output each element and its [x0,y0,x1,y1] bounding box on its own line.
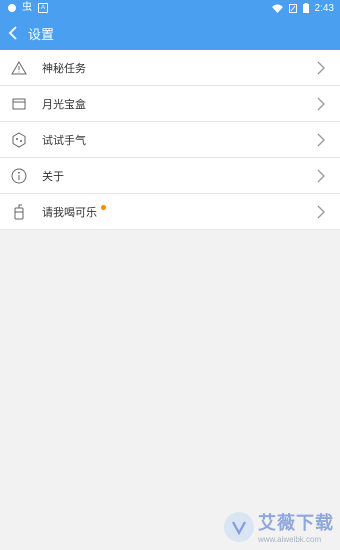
new-badge-dot [101,205,106,210]
cup-icon [11,204,27,220]
chevron-right-icon [317,133,325,147]
chevron-right-icon [317,169,325,183]
settings-item-mystery-task[interactable]: 神秘任务 [0,50,340,86]
status-bar-left: 虫 A [8,3,48,13]
a-badge-icon: A [38,3,48,13]
settings-list: 神秘任务 月光宝盒 试试手气 关于 请我喝可乐 [0,50,340,230]
chevron-right-icon [317,205,325,219]
info-icon [11,168,27,184]
page-title: 设置 [28,26,55,42]
dice-icon [11,131,27,148]
bug-icon: 虫 [22,2,32,13]
back-button[interactable] [8,25,24,41]
watermark-text: 艾薇下载 www.aiweibk.com [258,509,334,544]
settings-item-label: 月光宝盒 [42,98,86,111]
chevron-left-icon [8,26,17,40]
watermark-url: www.aiweibk.com [258,535,322,544]
chevron-right-icon [317,61,325,75]
app-bar: 设置 [0,16,340,50]
settings-item-label: 关于 [42,170,64,183]
circle-notification-icon [8,4,16,12]
watermark-title: 艾薇下载 [258,513,334,533]
battery-icon [302,3,309,13]
watermark-logo-icon [224,511,254,542]
chevron-right-icon [317,97,325,111]
status-time: 2:43 [314,2,334,14]
warning-triangle-icon [11,60,27,76]
watermark: 艾薇下载 www.aiweibk.com [224,509,334,544]
settings-item-label: 神秘任务 [42,62,86,75]
status-bar: 虫 A 2:43 [0,0,340,16]
settings-item-label: 请我喝可乐 [42,206,97,219]
settings-item-label: 试试手气 [42,134,86,147]
settings-item-about[interactable]: 关于 [0,158,340,194]
settings-item-moonlight-box[interactable]: 月光宝盒 [0,86,340,122]
signal-icon [288,3,297,13]
status-bar-right: 2:43 [271,2,334,14]
settings-item-buy-coke[interactable]: 请我喝可乐 [0,194,340,230]
wifi-icon [271,4,283,13]
box-icon [11,96,27,112]
settings-item-try-luck[interactable]: 试试手气 [0,122,340,158]
